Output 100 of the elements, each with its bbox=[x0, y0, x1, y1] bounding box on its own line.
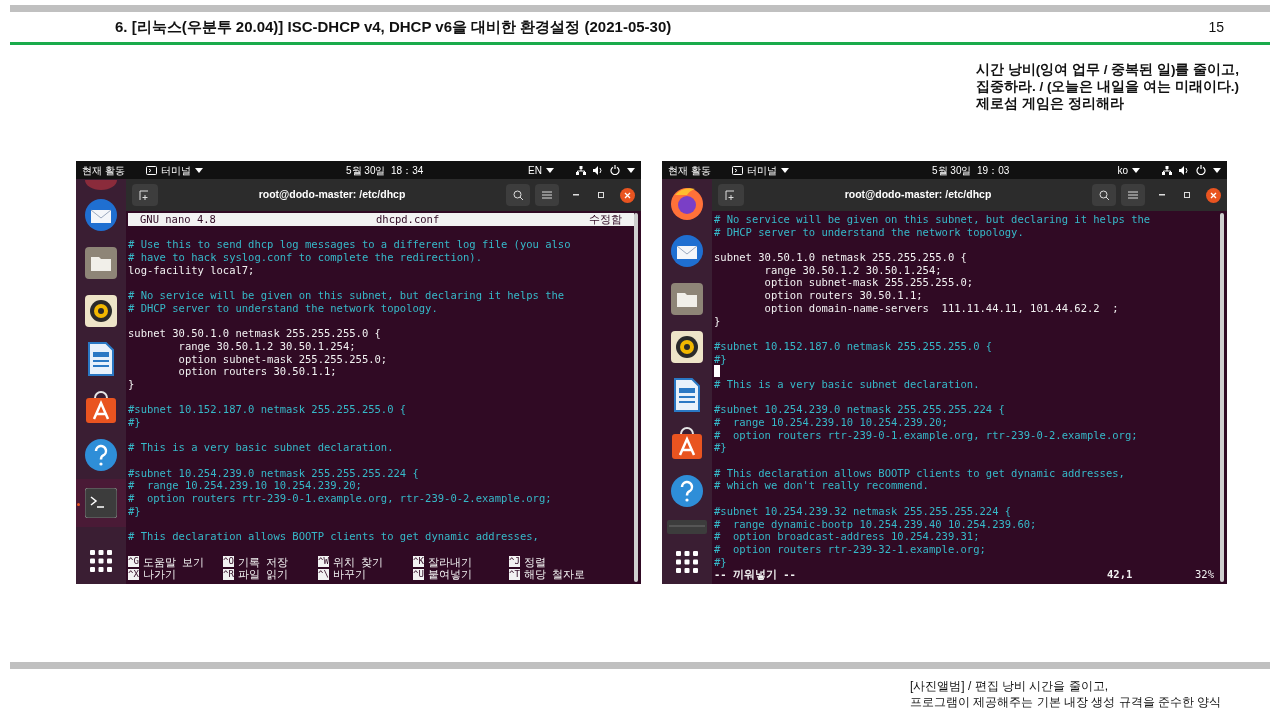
menu-button[interactable] bbox=[535, 184, 559, 206]
code-line: # range 10.254.239.10 10.254.239.20; bbox=[128, 479, 362, 492]
cursor-position: 42,1 bbox=[1107, 568, 1134, 581]
menu-button[interactable] bbox=[1121, 184, 1145, 206]
code-line: # which we don't really recommend. bbox=[714, 479, 929, 492]
app-grid-icon[interactable] bbox=[676, 550, 698, 573]
code-line: # This is a very basic subnet declaration. bbox=[128, 441, 394, 454]
volume-icon[interactable] bbox=[593, 165, 603, 175]
code-line: # option routers rtr-239-0-1.example.org, rtr-239-0-2.example.org; bbox=[128, 492, 552, 505]
shortcut-label: 잘라내기 bbox=[427, 555, 472, 569]
new-tab-button[interactable] bbox=[718, 184, 744, 206]
motto-line: 시간 낭비(잉여 업무 / 중복된 일)를 줄이고, bbox=[976, 61, 1240, 78]
code-line: option domain-name-servers 111.11.44.11, 101.44.62.2 ; bbox=[763, 301, 1119, 314]
close-button[interactable] bbox=[620, 187, 635, 203]
code-line: # This declaration allows BOOTP clients to get dynamic addresses, bbox=[714, 466, 1125, 479]
code-line: #} bbox=[714, 441, 727, 454]
caret-icon bbox=[546, 167, 554, 173]
maximize-icon[interactable] bbox=[598, 192, 604, 198]
scrollbar[interactable] bbox=[634, 213, 638, 582]
search-icon bbox=[512, 189, 524, 201]
app-menu[interactable]: 터미널 bbox=[747, 162, 777, 178]
document-icon[interactable] bbox=[673, 378, 701, 412]
network-icon[interactable] bbox=[1162, 165, 1172, 175]
minimize-icon[interactable] bbox=[1159, 194, 1165, 196]
folder-icon[interactable] bbox=[671, 283, 703, 315]
clock[interactable]: 5월 30일 18：34 bbox=[346, 162, 424, 178]
shortcut-label: 파일 읽기 bbox=[237, 568, 289, 581]
code-line: #subnet 10.254.239.0 netmask 255.255.255.224 { bbox=[128, 466, 419, 479]
shortcut-label: 정렬 bbox=[523, 555, 546, 569]
fox-globe-icon[interactable] bbox=[669, 185, 705, 221]
scroll-percent: 32% bbox=[1195, 568, 1214, 581]
minimize-icon[interactable] bbox=[573, 194, 579, 196]
volume-icon[interactable] bbox=[1179, 165, 1189, 175]
shortcut-label: 나가기 bbox=[142, 568, 176, 581]
power-icon[interactable] bbox=[610, 165, 620, 175]
nano-version: GNU nano 4.8 bbox=[140, 213, 217, 226]
input-source[interactable]: EN bbox=[528, 162, 542, 178]
caret-icon bbox=[781, 167, 789, 173]
app-grid-icon[interactable] bbox=[90, 550, 112, 572]
new-tab-icon bbox=[139, 189, 151, 201]
code-line: log-facility local7; bbox=[128, 263, 255, 276]
code-line: # No service will be given on this subnet, but declaring it helps the bbox=[714, 213, 1151, 225]
folder-icon[interactable] bbox=[85, 247, 117, 279]
modified-status: 수정함 bbox=[589, 213, 622, 226]
code-line: # This is a very basic subnet declaration. bbox=[714, 377, 980, 390]
search-button[interactable] bbox=[1092, 184, 1116, 206]
app-menu[interactable]: 터미널 bbox=[161, 162, 191, 178]
code-line: # DHCP server to understand the network topology. bbox=[128, 301, 438, 314]
code-line: # This declaration allows BOOTP clients to get dynamic addresses, bbox=[128, 530, 539, 543]
new-tab-button[interactable] bbox=[132, 184, 158, 206]
motto-line: 제로섬 게임은 정리해라 bbox=[976, 95, 1125, 112]
bird-mail-icon[interactable] bbox=[669, 233, 705, 269]
code-line: # option routers rtr-239-0-1.example.org, rtr-239-0-2.example.org; bbox=[714, 428, 1138, 441]
close-button[interactable] bbox=[1206, 187, 1221, 203]
bird-mail-icon[interactable] bbox=[83, 197, 119, 233]
shortcut-key: ^X bbox=[128, 569, 139, 581]
code-line: } bbox=[128, 377, 135, 390]
code-line: range 30.50.1.2 30.50.1.254; bbox=[177, 339, 356, 352]
clock[interactable]: 5월 30일 19：03 bbox=[932, 162, 1010, 178]
document-icon[interactable] bbox=[87, 342, 115, 376]
code-line: #subnet 10.152.187.0 netmask 255.255.255.0 { bbox=[128, 403, 407, 416]
shortcut-key: ^G bbox=[128, 556, 139, 568]
shortcut-label: 바꾸기 bbox=[332, 568, 366, 581]
speaker-icon[interactable] bbox=[671, 331, 703, 363]
code-line: # Use this to send dhcp log messages to a different log file (you also bbox=[128, 238, 571, 251]
shortcut-key: ^K bbox=[413, 556, 424, 568]
help-icon[interactable] bbox=[84, 438, 118, 472]
code-line: # No service will be given on this subnet, but declaring it helps the bbox=[128, 289, 565, 302]
activities-button[interactable]: 현재 활동 bbox=[668, 162, 732, 178]
input-source[interactable]: ko bbox=[1117, 162, 1128, 178]
code-line: #} bbox=[128, 504, 141, 517]
speaker-icon[interactable] bbox=[85, 295, 117, 327]
text-cursor bbox=[714, 365, 720, 378]
code-line: option subnet-mask 255.255.255.0; bbox=[177, 352, 388, 365]
code-line: # range 10.254.239.10 10.254.239.20; bbox=[714, 416, 948, 428]
code-line: #} bbox=[714, 555, 727, 568]
code-line: subnet 30.50.1.0 netmask 255.255.255.0 { bbox=[128, 327, 381, 340]
file-name: dhcpd.conf bbox=[376, 213, 440, 226]
shopping-bag-icon[interactable] bbox=[671, 426, 703, 460]
help-icon[interactable] bbox=[670, 474, 704, 508]
search-button[interactable] bbox=[506, 184, 530, 206]
code-line: option routers 30.50.1.1; bbox=[763, 289, 923, 302]
window-title: root@dodo-master: /etc/dhcp bbox=[257, 187, 407, 203]
search-icon bbox=[1098, 189, 1110, 201]
page-number: 15 bbox=[1208, 17, 1224, 37]
activities-button[interactable]: 현재 활동 bbox=[82, 162, 146, 178]
code-line: # option broadcast-address 10.254.239.31; bbox=[714, 530, 980, 543]
shopping-bag-icon[interactable] bbox=[85, 390, 117, 424]
menu-icon bbox=[542, 191, 552, 199]
scrollbar[interactable] bbox=[1220, 213, 1224, 582]
caret-icon bbox=[1132, 167, 1140, 173]
network-icon[interactable] bbox=[576, 165, 586, 175]
caret-icon bbox=[627, 167, 635, 173]
power-icon[interactable] bbox=[1196, 165, 1206, 175]
mode-status: -- 끼워넣기 -- bbox=[714, 568, 796, 581]
shortcut-label: 붙여넣기 bbox=[427, 568, 472, 581]
menu-icon bbox=[1128, 191, 1138, 199]
maximize-icon[interactable] bbox=[1184, 192, 1190, 198]
shortcut-key: ^U bbox=[413, 569, 424, 581]
footer-line: 프로그램이 제공해주는 기본 내장 생성 규격을 준수한 양식 bbox=[910, 694, 1223, 710]
